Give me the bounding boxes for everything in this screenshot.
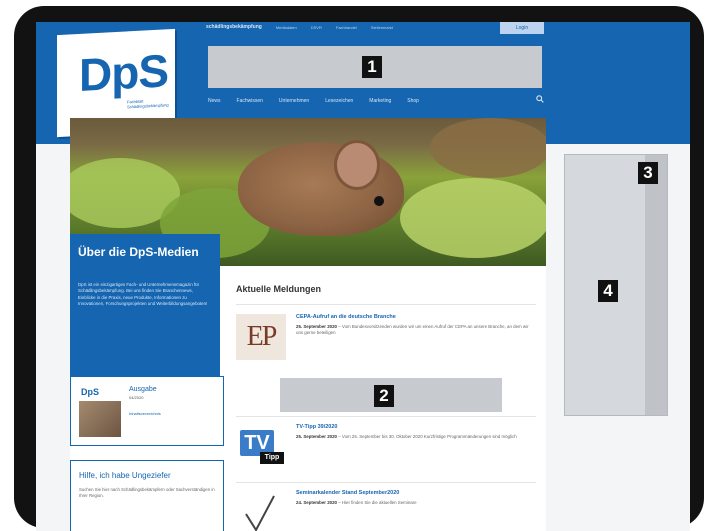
issue-toc-link[interactable]: Inhaltsverzeichnis <box>129 411 161 416</box>
nav-item-marketing[interactable]: Marketing <box>369 98 391 104</box>
about-panel: Über die DpS-Medien DpS ist ein einzigar… <box>70 234 220 376</box>
news-item-meta: 24. September 2020 – Hier finden Sie die… <box>296 500 417 505</box>
help-box[interactable]: Hilfe, ich habe Ungeziefer Suchen Sie hi… <box>70 460 224 531</box>
news-item-text: Vom 25. September bis 30. Oktober 2020 K… <box>341 434 517 439</box>
news-divider <box>236 416 536 417</box>
news-item-date: 24. September 2020 <box>296 500 338 505</box>
badge-3: 3 <box>638 162 658 184</box>
top-bar: schädlingsbekämpfung Mediadaten DSVR Fac… <box>206 24 393 30</box>
login-button[interactable]: Login <box>500 22 544 34</box>
news-thumbnail[interactable]: EP <box>236 314 286 360</box>
nav-item-shop[interactable]: Shop <box>407 98 419 104</box>
checkmark-icon <box>245 495 275 531</box>
issue-title: Ausgabe <box>129 386 157 393</box>
logo-subtitle: Fachblatt Schädlingsbekämpfung <box>127 98 169 110</box>
nav-item-fachwissen[interactable]: Fachwissen <box>237 98 263 104</box>
news-item-date: 25. September 2020 <box>296 324 338 329</box>
tipp-label: Tipp <box>260 452 284 464</box>
news-item-date: 25. September 2020 <box>296 434 338 439</box>
news-item-meta: 25. September 2020 – Vom 25. September b… <box>296 434 517 439</box>
about-text: DpS ist ein einzigartiges Fach- und Unte… <box>78 282 208 307</box>
news-item-text: Hier finden Sie die aktuellen Seminare <box>341 500 417 505</box>
top-link-fachhandel[interactable]: Fachhandel <box>336 25 357 30</box>
browser-screen: schädlingsbekämpfung Mediadaten DSVR Fac… <box>36 22 690 531</box>
news-divider <box>236 304 536 305</box>
help-text: Suchen Sie hier nach Schädlingsbekämpfer… <box>79 487 215 498</box>
mouse-figure <box>238 142 404 236</box>
about-title: Über die DpS-Medien <box>78 245 199 259</box>
top-brand[interactable]: schädlingsbekämpfung <box>206 24 262 30</box>
news-item-meta: 25. September 2020 – Vom Bundesvorsitzen… <box>296 324 529 335</box>
issue-box[interactable]: DpS Ausgabe 04/2020 Inhaltsverzeichnis <box>70 376 224 446</box>
news-thumbnail[interactable]: TV Tipp <box>236 424 286 470</box>
issue-number: 04/2020 <box>129 395 144 400</box>
help-title: Hilfe, ich habe Ungeziefer <box>79 471 171 480</box>
top-link-mediadaten[interactable]: Mediadaten <box>276 25 297 30</box>
main-nav: News Fachwissen Unternehmen Lesezeichen … <box>208 98 419 104</box>
nav-item-unternehmen[interactable]: Unternehmen <box>279 98 309 104</box>
news-item-title[interactable]: Seminarkalender Stand September2020 <box>296 490 399 496</box>
badge-1: 1 <box>362 56 382 78</box>
badge-4: 4 <box>598 280 618 302</box>
news-item-title[interactable]: CEPA-Aufruf an die deutsche Branche <box>296 314 396 320</box>
top-link-dsvr[interactable]: DSVR <box>311 25 322 30</box>
search-icon[interactable] <box>536 95 544 103</box>
top-link-stellenmarkt[interactable]: Stellenmarkt <box>371 25 393 30</box>
news-divider <box>236 482 536 483</box>
news-thumbnail[interactable] <box>236 490 286 531</box>
badge-2: 2 <box>374 385 394 407</box>
nav-item-lesezeichen[interactable]: Lesezeichen <box>325 98 353 104</box>
issue-logo: DpS <box>81 387 99 397</box>
news-item-title[interactable]: TV-Tipp 39/2020 <box>296 424 337 430</box>
issue-cover-image[interactable] <box>79 401 121 437</box>
news-heading: Aktuelle Meldungen <box>236 284 322 294</box>
logo-text: DpS <box>79 44 168 101</box>
nav-item-news[interactable]: News <box>208 98 221 104</box>
